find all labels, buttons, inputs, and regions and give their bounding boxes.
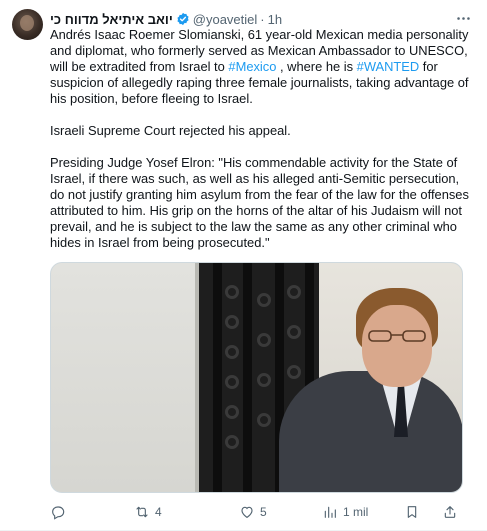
bookmark-icon	[407, 506, 417, 518]
like-count: 5	[260, 505, 267, 519]
retweet-icon	[136, 506, 148, 518]
share-button[interactable]	[442, 502, 458, 522]
photo-person-face	[362, 305, 432, 387]
tweet-actions: 4 5 1 mil	[50, 502, 470, 522]
retweet-button[interactable]: 4	[134, 502, 162, 522]
display-name[interactable]: יואב איתיאל מדווח כי	[50, 12, 173, 27]
paragraph-1-text-mid: , where he is	[276, 59, 357, 74]
tweet-paragraph-2: Israeli Supreme Court rejected his appea…	[50, 123, 291, 138]
hashtag-wanted[interactable]: #WANTED	[357, 59, 420, 74]
tweet-paragraph-3: Presiding Judge Yosef Elron: "His commen…	[50, 155, 469, 250]
views-icon	[324, 506, 336, 518]
tweet-header: יואב איתיאל מדווח כי @yoavetiel · 1h	[50, 10, 447, 28]
tweet-paragraph-1: Andrés Isaac Roemer Slomianski, 61 year-…	[50, 27, 470, 107]
views-count: 1 mil	[343, 505, 369, 519]
like-button[interactable]: 5	[239, 502, 267, 522]
photo-person-jacket	[279, 371, 462, 492]
hashtag-mexico[interactable]: #Mexico	[228, 59, 276, 74]
like-icon	[241, 506, 253, 518]
photo-stone-wall	[51, 263, 199, 492]
more-icon[interactable]	[453, 10, 473, 26]
timestamp[interactable]: 1h	[268, 12, 282, 27]
photo-person-glasses	[368, 330, 426, 342]
views-button[interactable]: 1 mil	[322, 502, 368, 522]
verified-badge-icon	[177, 12, 189, 26]
avatar[interactable]	[12, 9, 43, 40]
retweet-count: 4	[155, 505, 162, 519]
tweet-photo[interactable]	[50, 262, 463, 493]
tweet[interactable]: יואב איתיאל מדווח כי @yoavetiel · 1h And…	[0, 0, 487, 531]
share-icon	[444, 506, 456, 518]
tweet-text: Andrés Isaac Roemer Slomianski, 61 year-…	[50, 27, 470, 267]
separator-dot: ·	[260, 11, 265, 27]
reply-icon	[52, 506, 65, 520]
reply-button[interactable]	[50, 502, 71, 522]
handle[interactable]: @yoavetiel	[193, 12, 258, 27]
bookmark-button[interactable]	[404, 502, 420, 522]
